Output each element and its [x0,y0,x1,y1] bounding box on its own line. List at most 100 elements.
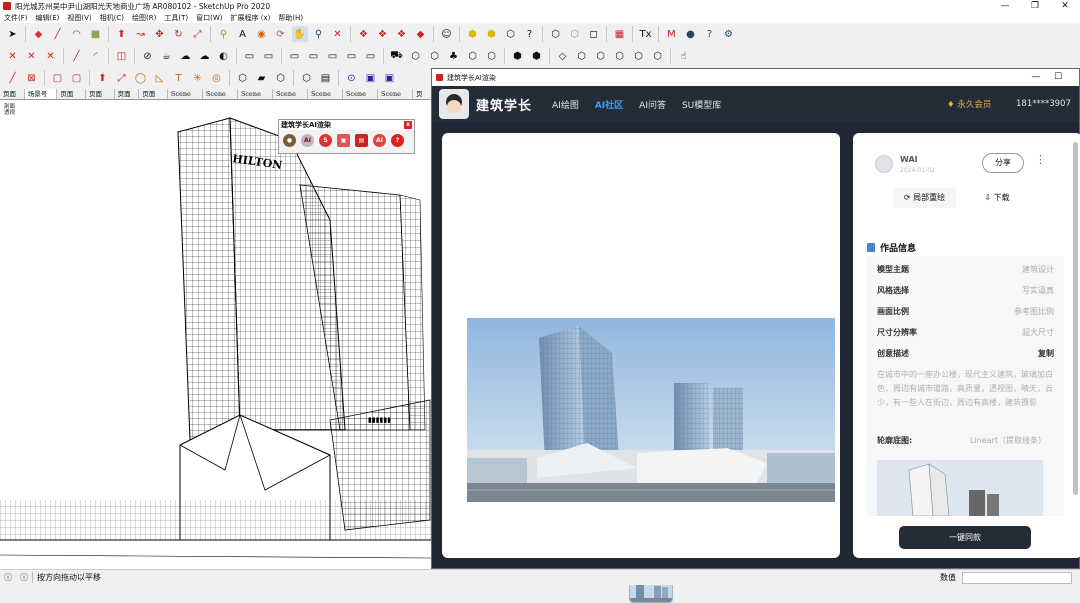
move-icon[interactable]: ✥ [152,26,168,42]
maximize-button[interactable]: ❐ [1020,0,1050,12]
layers-icon[interactable]: ▤ [318,70,334,86]
drape-icon[interactable]: ◫ [114,48,130,64]
box-3-icon[interactable]: ⬡ [484,48,500,64]
menu-draw[interactable]: 绘图(R) [132,13,156,23]
rectangle-icon[interactable]: ▢ [50,70,66,86]
avatar-icon[interactable]: ● [283,134,296,147]
scene-tab[interactable]: 页面 1 [0,89,25,109]
box-2-icon[interactable]: ⬡ [427,48,443,64]
scene-tab[interactable]: 页面 12 [139,89,168,109]
view-left-icon[interactable]: ⬡ [650,48,666,64]
book-icon[interactable]: ▤ [355,134,368,147]
warehouse-icon[interactable]: ❖ [356,26,372,42]
triangle-icon[interactable]: ◺ [152,70,168,86]
scene-tab-active[interactable]: 场景号22 [24,89,58,109]
scene-tab[interactable]: 页面 11 [57,89,86,109]
geo-icon[interactable]: ⓘ [4,572,12,583]
rendered-image[interactable] [467,318,835,502]
scene-tab[interactable]: Scene 15 [378,89,414,109]
tx-icon[interactable]: Tx [638,26,654,42]
menu-edit[interactable]: 编辑(E) [36,13,60,23]
help-icon[interactable]: ? [702,26,718,42]
nav-su-library[interactable]: SU模型库 [682,98,721,111]
scale-icon[interactable]: ⤢ [190,26,206,42]
view-back-icon[interactable]: ⬡ [631,48,647,64]
gear-icon[interactable]: ⚙ [721,26,737,42]
plant-icon[interactable]: ♣ [446,48,462,64]
cloud-sync-icon[interactable]: ☁ [197,48,213,64]
extension-warehouse-icon[interactable]: ❖ [375,26,391,42]
info-icon[interactable]: ⓘ [20,572,28,583]
follow-me-icon[interactable]: ↝ [133,26,149,42]
folder-icon[interactable]: ▰ [254,70,270,86]
section-display-icon[interactable]: ▭ [261,48,277,64]
view-iso-icon[interactable]: ◇ [555,48,571,64]
text-tool-icon[interactable]: A [235,26,251,42]
lineart-preview-image[interactable] [877,460,1043,516]
shadow-icon[interactable]: ▣ [382,70,398,86]
smoove-icon[interactable]: ╱ [69,48,85,64]
menu-window[interactable]: 窗口(W) [196,13,222,23]
window-4-icon[interactable]: ▭ [344,48,360,64]
scene-tab[interactable]: Scene 17 [238,89,273,109]
offset-icon[interactable]: ◎ [209,70,225,86]
share-model-icon[interactable]: ❖ [394,26,410,42]
author-avatar[interactable] [875,155,893,173]
stamp-icon[interactable]: ◜ [88,48,104,64]
sandbox-contours-icon[interactable]: ✕ [24,48,40,64]
stretch-icon[interactable]: ⤢ [114,70,130,86]
axes-icon[interactable]: ✳ [190,70,206,86]
user-icon[interactable]: ● [683,26,699,42]
tape-measure-icon[interactable]: ⚲ [216,26,232,42]
scene-tab[interactable]: Scene 16 [203,89,238,109]
scene-tab[interactable]: 页面 16 [86,89,115,109]
more-options-icon[interactable]: ⋮ [1035,153,1046,166]
scene-tab[interactable]: 页面 2 [115,89,140,109]
arc-tool-icon[interactable]: ◠ [69,26,85,42]
push-icon[interactable]: ⬆ [95,70,111,86]
tag-icon[interactable]: ⬡ [567,26,583,42]
scene-tab[interactable]: Scene 14 [343,89,378,109]
protractor-icon[interactable]: ◯ [133,70,149,86]
render-icon[interactable]: ◐ [216,48,232,64]
m-logo-icon[interactable]: M [664,26,680,42]
scene-icon[interactable]: ▣ [363,70,379,86]
menu-extensions[interactable]: 扩展程序 (x) [230,13,270,23]
help-icon[interactable]: ? [391,134,404,147]
model-viewport[interactable]: 剖面 透视 HILTON ▮▮▮▮▮▮ [0,100,432,569]
car-icon[interactable]: ⛟ [389,48,405,64]
ruby-console-icon[interactable]: ▦ [612,26,628,42]
sandbox-scratch-icon[interactable]: ✕ [43,48,59,64]
pointer-icon[interactable]: ☝ [676,48,692,64]
window-5-icon[interactable]: ▭ [363,48,379,64]
minimize-button[interactable]: — [990,0,1020,12]
zoom-icon[interactable]: ⚲ [311,26,327,42]
help-cube-icon[interactable]: ? [522,26,538,42]
layout-icon[interactable]: ◆ [413,26,429,42]
scene-tab[interactable]: 页面 [413,89,433,109]
eraser-icon[interactable]: ◆ [31,26,47,42]
components-icon[interactable]: ⬡ [273,70,289,86]
box-icon[interactable]: ⬡ [408,48,424,64]
ai-icon[interactable]: AI [301,134,314,147]
no-entry-icon[interactable]: ⊘ [140,48,156,64]
profile-icon[interactable]: ☺ [439,26,455,42]
user-account[interactable]: 181****3907 [1016,99,1071,109]
orbit-icon[interactable]: ⟳ [273,26,289,42]
sandbox-icon[interactable]: ✕ [5,48,21,64]
menu-tools[interactable]: 工具(T) [164,13,188,23]
select-tool-icon[interactable]: ➤ [5,26,21,42]
section-plane-icon[interactable]: ▭ [242,48,258,64]
style-icon[interactable]: ⬡ [235,70,251,86]
download-button[interactable]: ⇩ 下载 [965,188,1029,208]
menu-file[interactable]: 文件(F) [4,13,28,23]
window-icon[interactable]: ▭ [287,48,303,64]
window-2-icon[interactable]: ▭ [306,48,322,64]
close-button[interactable]: ✕ [1050,0,1080,12]
one-click-same-button[interactable]: 一键同款 [899,526,1031,549]
menu-help[interactable]: 帮助(H) [278,13,303,23]
teapot-icon[interactable]: ☕ [159,48,175,64]
diagonal-box-icon[interactable]: ⊠ [24,70,40,86]
s-logo-icon[interactable]: S [319,134,332,147]
measurements-input[interactable] [962,572,1072,584]
